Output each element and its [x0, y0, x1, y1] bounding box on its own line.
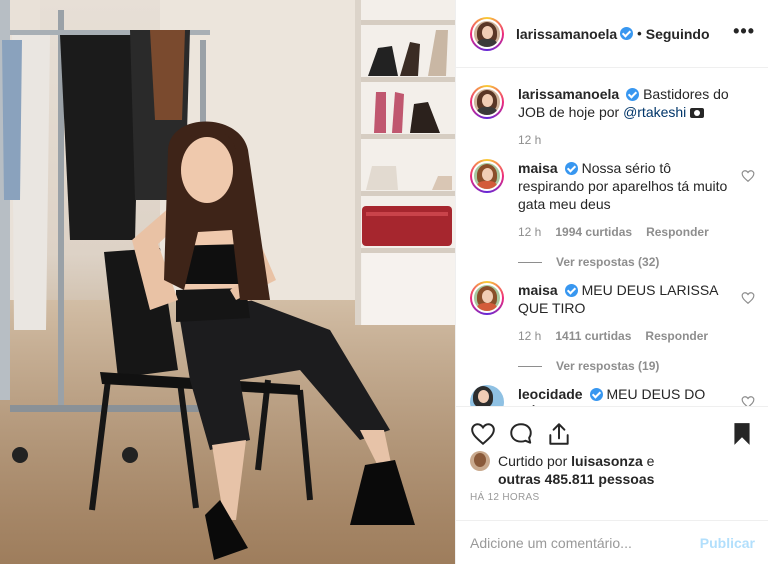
- comment-likes[interactable]: 1994 curtidas: [555, 223, 632, 241]
- reply-button[interactable]: Responder: [646, 223, 709, 241]
- caption-mention[interactable]: @rtakeshi: [623, 104, 686, 120]
- likes-count-link[interactable]: outras 485.811 pessoas: [498, 471, 654, 487]
- replies-line: [518, 365, 542, 367]
- view-replies-label: Ver respostas (19): [556, 359, 660, 373]
- author-username[interactable]: larissamanoela: [516, 26, 617, 42]
- instagram-post: larissamanoela • Seguindo ••• larissaman…: [0, 0, 768, 564]
- share-icon[interactable]: [546, 421, 572, 447]
- save-bookmark-icon[interactable]: [729, 421, 755, 447]
- caption-meta: 12 h: [518, 131, 733, 149]
- reply-button[interactable]: Responder: [645, 327, 708, 345]
- commenter-avatar[interactable]: [470, 159, 504, 193]
- caption-time[interactable]: 12 h: [518, 131, 541, 149]
- caption: larissamanoela Bastidores do JOB de hoje…: [470, 85, 755, 149]
- comment-username[interactable]: leocidade: [518, 386, 583, 402]
- like-comment-heart-icon[interactable]: [741, 291, 755, 305]
- comment-time[interactable]: 12 h: [518, 327, 541, 345]
- author-avatar[interactable]: [470, 16, 504, 51]
- verified-icon: [589, 388, 603, 401]
- comment-item: maisa MEU DEUS LARISSA QUE TIRO 12 h 141…: [470, 281, 755, 375]
- publish-button[interactable]: Publicar: [700, 535, 755, 551]
- caption-avatar[interactable]: [470, 85, 504, 119]
- comment-time[interactable]: 12 h: [518, 223, 541, 241]
- more-options-icon[interactable]: •••: [733, 22, 755, 40]
- view-replies-button[interactable]: Ver respostas (19): [518, 357, 733, 375]
- like-comment-heart-icon[interactable]: [741, 395, 755, 406]
- comment-body: maisa MEU DEUS LARISSA QUE TIRO 12 h 141…: [518, 281, 733, 375]
- comment-meta: 12 h 1994 curtidas Responder: [518, 223, 733, 241]
- comment-body: leocidade MEU DEUS DO CÉU: [518, 385, 733, 406]
- verified-icon: [564, 162, 578, 175]
- caption-username[interactable]: larissamanoela: [518, 86, 619, 102]
- header-text: larissamanoela • Seguindo: [516, 26, 710, 42]
- comment-likes[interactable]: 1411 curtidas: [555, 327, 631, 345]
- camera-icon: [690, 108, 705, 118]
- post-timestamp[interactable]: HÁ 12 HORAS: [470, 492, 539, 503]
- like-heart-icon[interactable]: [470, 421, 496, 447]
- liked-prefix: Curtido por: [498, 453, 572, 469]
- liked-and: e: [642, 453, 655, 469]
- liked-by: Curtido por luisasonza e outras 485.811 …: [470, 451, 654, 488]
- post-header: larissamanoela • Seguindo •••: [456, 0, 768, 68]
- comment-username[interactable]: maisa: [518, 282, 558, 298]
- photo-illustration: [0, 0, 455, 564]
- comment-username[interactable]: maisa: [518, 160, 558, 176]
- commenter-avatar[interactable]: [470, 385, 504, 406]
- verified-icon: [620, 27, 634, 40]
- liker-avatar[interactable]: [470, 451, 490, 471]
- view-replies-label: Ver respostas (32): [556, 255, 660, 269]
- replies-line: [518, 261, 542, 263]
- post-side-panel: larissamanoela • Seguindo ••• larissaman…: [455, 0, 768, 564]
- header-separator: •: [637, 26, 642, 41]
- like-comment-heart-icon[interactable]: [741, 169, 755, 183]
- liked-by-text: Curtido por luisasonza e outras 485.811 …: [498, 452, 654, 488]
- verified-icon: [564, 284, 578, 297]
- commenter-avatar[interactable]: [470, 281, 504, 315]
- comments-list[interactable]: larissamanoela Bastidores do JOB de hoje…: [456, 69, 768, 406]
- post-photo[interactable]: [0, 0, 455, 564]
- comment-item: leocidade MEU DEUS DO CÉU: [470, 385, 755, 406]
- comment-meta: 12 h 1411 curtidas Responder: [518, 327, 733, 345]
- comment-item: maisa Nossa sério tô respirando por apar…: [470, 159, 755, 271]
- add-comment-bar: Publicar: [456, 520, 768, 564]
- caption-body: larissamanoela Bastidores do JOB de hoje…: [518, 85, 733, 149]
- comment-bubble-icon[interactable]: [508, 421, 534, 447]
- comment-body: maisa Nossa sério tô respirando por apar…: [518, 159, 733, 271]
- action-bar: [456, 406, 768, 448]
- liker-username[interactable]: luisasonza: [571, 453, 643, 469]
- following-button[interactable]: Seguindo: [646, 26, 710, 42]
- view-replies-button[interactable]: Ver respostas (32): [518, 253, 733, 271]
- verified-icon: [626, 88, 640, 101]
- comment-input[interactable]: [470, 534, 700, 551]
